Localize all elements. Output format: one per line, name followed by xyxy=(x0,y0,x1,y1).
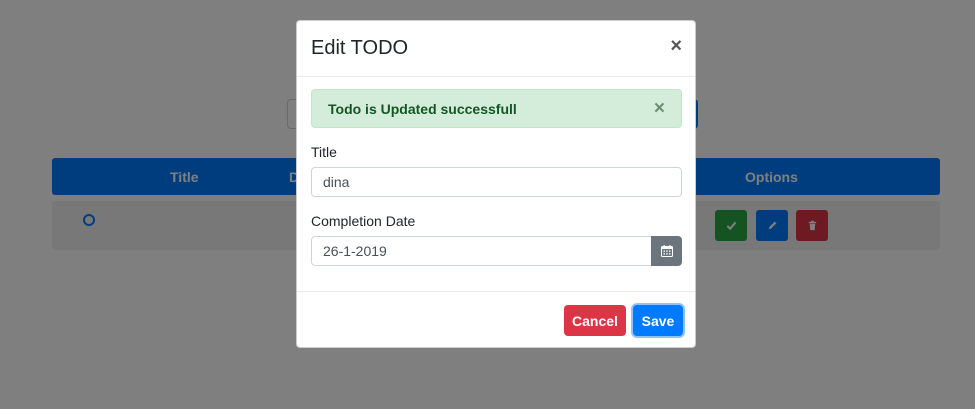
alert-text: Todo is Updated successfull xyxy=(328,101,517,117)
date-input-group xyxy=(311,236,682,266)
completion-date-input[interactable] xyxy=(311,236,652,266)
title-input[interactable] xyxy=(311,167,682,197)
modal-header: Edit TODO × xyxy=(297,21,695,77)
save-button[interactable]: Save xyxy=(633,305,683,336)
cancel-button[interactable]: Cancel xyxy=(564,305,626,336)
modal-title: Edit TODO xyxy=(311,37,409,59)
success-alert: Todo is Updated successfull × xyxy=(311,89,682,128)
modal-footer: Cancel Save xyxy=(297,291,695,348)
edit-todo-modal: Edit TODO × Todo is Updated successfull … xyxy=(296,20,696,348)
alert-close-icon[interactable]: × xyxy=(654,99,665,118)
close-icon[interactable]: × xyxy=(670,36,682,56)
calendar-button[interactable] xyxy=(651,236,682,266)
title-label: Title xyxy=(311,144,337,160)
calendar-icon xyxy=(660,245,673,257)
completion-date-label: Completion Date xyxy=(311,213,416,229)
